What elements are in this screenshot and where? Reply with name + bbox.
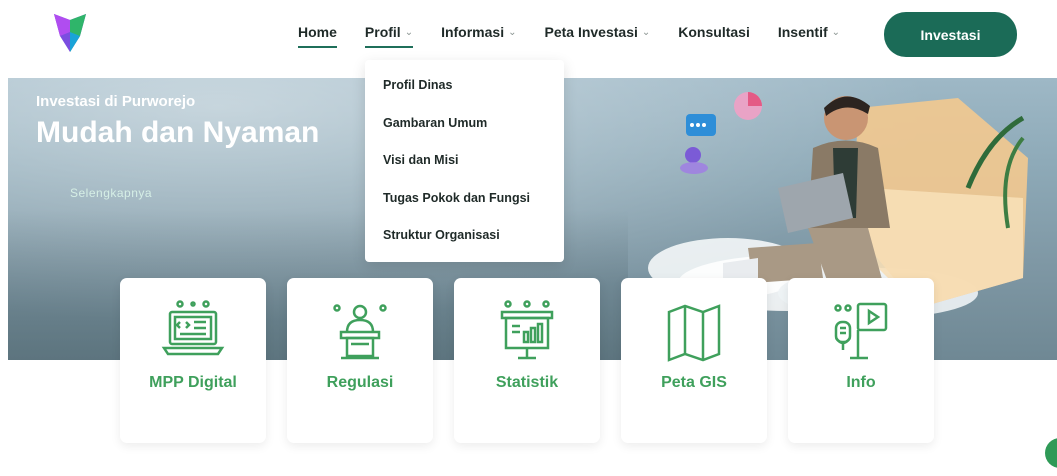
card-regulasi[interactable]: Regulasi	[287, 278, 433, 443]
card-label: MPP Digital	[149, 374, 237, 391]
hero-title: Mudah dan Nyaman	[36, 116, 320, 149]
hero-kicker: Investasi di Purworejo	[36, 93, 196, 110]
card-info[interactable]: Info	[788, 278, 934, 443]
nav-konsultasi-label: Konsultasi	[678, 24, 750, 40]
nav-home[interactable]: Home	[298, 24, 337, 48]
card-label: Peta GIS	[661, 374, 727, 391]
main-nav: Home Profil ⌄ Informasi ⌄ Peta Investasi ⌄ …	[298, 24, 868, 50]
menu-item-profil-dinas[interactable]: Profil Dinas	[365, 78, 564, 116]
profil-dropdown-menu: Profil Dinas Gambaran Umum Visi dan Misi…	[365, 60, 564, 262]
nav-konsultasi[interactable]: Konsultasi	[678, 24, 750, 40]
card-label: Regulasi	[326, 374, 394, 391]
card-mpp-digital[interactable]: MPP Digital	[120, 278, 266, 443]
card-label: Statistik	[495, 374, 559, 391]
nav-informasi-label: Informasi	[441, 24, 505, 40]
nav-home-label: Home	[298, 24, 337, 40]
nav-insentif-label: Insentif	[777, 24, 828, 40]
map-icon	[667, 304, 721, 362]
chevron-down-icon: ⌄	[641, 26, 651, 38]
laptop-code-icon	[161, 300, 225, 356]
nav-peta-investasi[interactable]: Peta Investasi ⌄	[544, 24, 650, 40]
investasi-button[interactable]: Investasi	[884, 12, 1017, 57]
menu-item-struktur-organisasi[interactable]: Struktur Organisasi	[365, 228, 564, 266]
nav-informasi[interactable]: Informasi ⌄	[441, 24, 516, 40]
logo-icon[interactable]	[50, 10, 90, 55]
card-label: Info	[846, 374, 876, 391]
chevron-down-icon: ⌄	[508, 26, 517, 38]
info-media-icon	[834, 302, 888, 360]
card-peta-gis[interactable]: Peta GIS	[621, 278, 767, 443]
menu-item-visi-misi[interactable]: Visi dan Misi	[365, 153, 564, 191]
menu-item-tugas-pokok[interactable]: Tugas Pokok dan Fungsi	[365, 191, 564, 229]
presentation-chart-icon	[500, 300, 554, 360]
nav-profil[interactable]: Profil ⌄	[364, 24, 414, 48]
menu-item-gambaran-umum[interactable]: Gambaran Umum	[365, 116, 564, 154]
hero-more-link[interactable]: Selengkapnya	[70, 186, 152, 200]
chat-widget-button[interactable]	[1045, 438, 1057, 468]
nav-insentif[interactable]: Insentif ⌄	[778, 24, 840, 40]
chevron-down-icon: ⌄	[404, 26, 414, 38]
card-statistik[interactable]: Statistik	[454, 278, 600, 443]
nav-peta-investasi-label: Peta Investasi	[544, 24, 638, 40]
speaker-podium-icon	[333, 304, 387, 360]
nav-profil-label: Profil	[364, 24, 401, 40]
chevron-down-icon: ⌄	[831, 26, 841, 38]
